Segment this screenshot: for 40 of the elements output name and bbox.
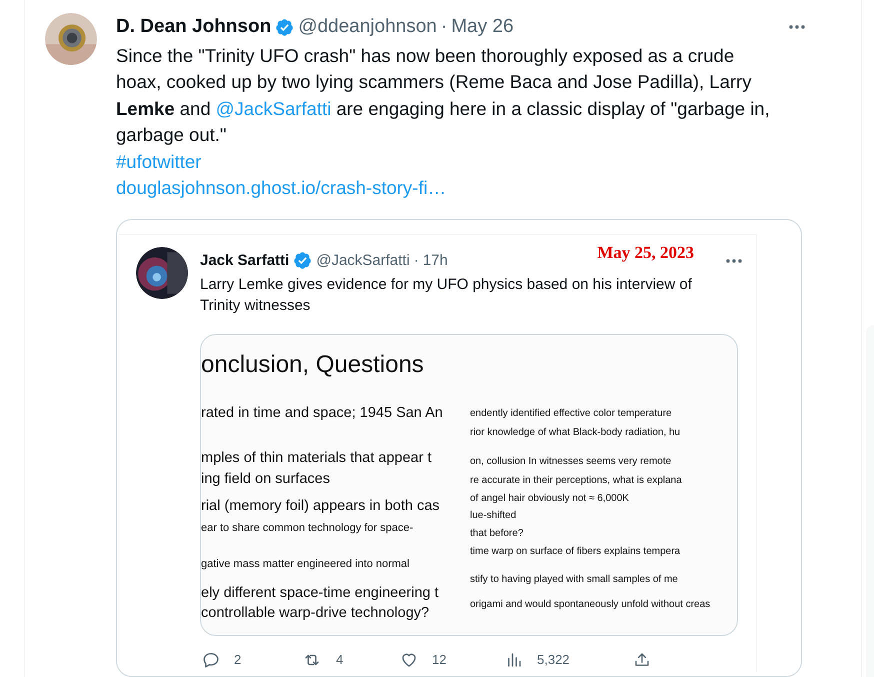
slide-text: rated in time and space; 1945 San An (201, 404, 444, 423)
slide-text: mples of thin materials that appear t (201, 449, 433, 468)
action-count: 5,322 (537, 651, 570, 670)
slide-text: ely different space-time engineering t (201, 584, 440, 603)
author-name[interactable]: Jack Sarfatti (200, 250, 290, 272)
action-count: 4 (336, 651, 344, 670)
date-annotation: May 25, 2023 (597, 242, 694, 264)
slide-text: ing field on surfaces (201, 470, 331, 489)
bar-chart-icon[interactable] (505, 651, 523, 669)
slide-text: controllable warp-drive technology? (201, 604, 430, 623)
slide-text: of angel hair obviously not ≈ 6,000K (470, 492, 630, 506)
slide-title: onclusion, Questions (201, 350, 425, 380)
post-time[interactable]: 17h (422, 250, 448, 272)
slide-text: that before? (470, 527, 524, 541)
author-name[interactable]: D. Dean Johnson (116, 13, 272, 42)
reply-icon[interactable] (202, 651, 220, 669)
slide-text: ear to share common technology for space- (201, 521, 414, 536)
author-handle[interactable]: @JackSarfatti (316, 250, 410, 272)
slide-text: endently identified effective color temperature (470, 407, 673, 421)
slide-text: gative mass matter engineered into normal (201, 557, 410, 572)
action-count: 12 (432, 651, 446, 670)
slide-text: on, collusion In witnesses seems very remote (470, 455, 672, 469)
heart-icon[interactable] (400, 651, 418, 669)
slide-text: rial (memory foil) appears in both cas (201, 497, 441, 516)
slide-text: re accurate in their perceptions, what is explana (470, 474, 683, 488)
action-count: 2 (234, 651, 242, 670)
quoted-post-text: Larry Lemke gives evidence for my UFO physics based on his interview of Trinity witnesses (200, 275, 693, 316)
more-icon[interactable] (789, 25, 805, 30)
slide-text: stify to having played with small samples of me (470, 573, 679, 587)
author-handle[interactable]: @ddeanjohnson (298, 13, 437, 42)
separator-dot: · (440, 15, 448, 39)
share-icon[interactable] (633, 651, 651, 669)
slide-text: rior knowledge of what Black-body radiation, hu (470, 426, 682, 440)
slide-text: time warp on surface of fibers explains tempera (470, 545, 682, 559)
post-time[interactable]: May 26 (451, 13, 514, 42)
slide-text: lue-shifted (470, 509, 518, 523)
more-icon[interactable] (726, 258, 742, 263)
slide-text: origami and would spontaneously unfold without creas (470, 598, 712, 612)
separator-dot: · (414, 250, 419, 270)
post-text: Since the "Trinity UFO crash" has now been thoroughly exposed as a crude hoax, cooked up by two lying scammers (Reme Baca and Jose Padilla), Larry Lemke and @JackSarfatti are engaging here in a classic display of "garbage in, garbage out." (116, 44, 771, 147)
